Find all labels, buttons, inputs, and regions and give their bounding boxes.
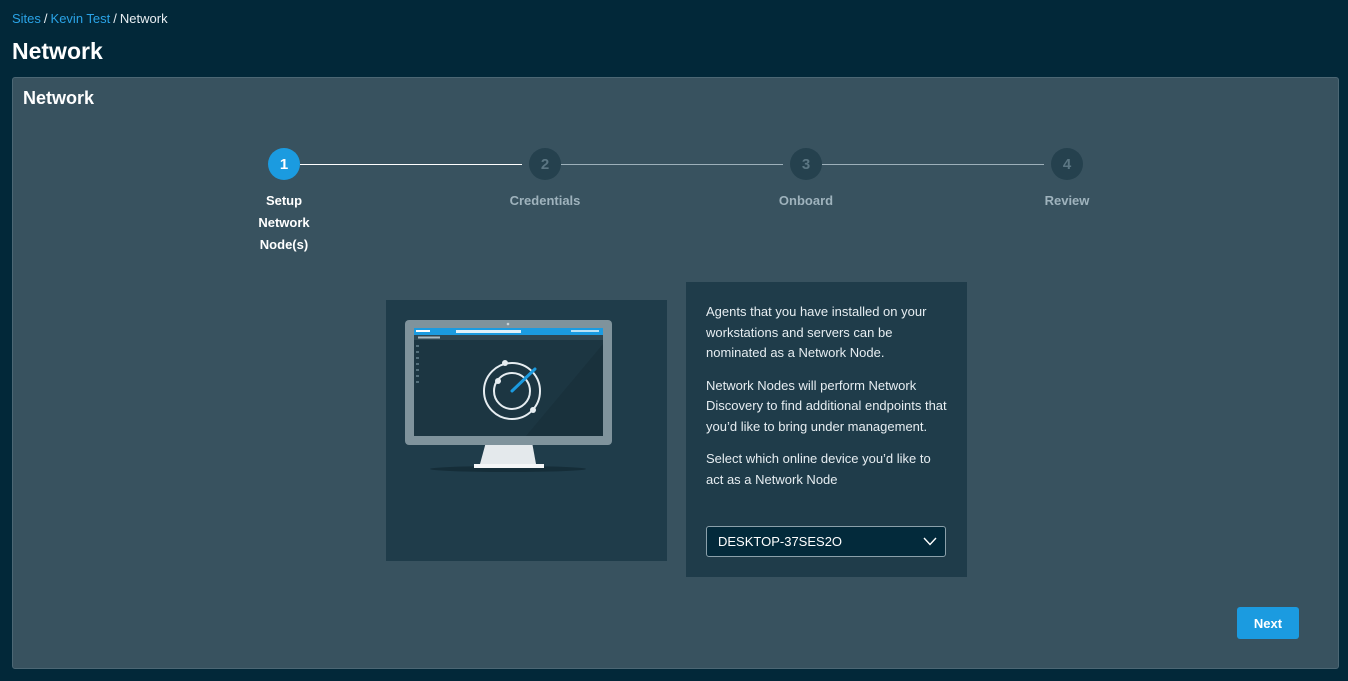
info-paragraph-discovery: Network Nodes will perform Network Disco…: [706, 377, 947, 434]
page-title: Network: [12, 38, 103, 64]
panel-title: Network: [23, 88, 95, 108]
network-node-device-select[interactable]: DESKTOP-37SES2O: [706, 526, 946, 557]
breadcrumb-sites-link[interactable]: Sites: [12, 11, 41, 26]
chevron-down-icon: [923, 537, 937, 546]
breadcrumb-current: Network: [119, 11, 168, 26]
step-4-label: Review: [1044, 193, 1090, 208]
breadcrumb-kevin-test-link[interactable]: Kevin Test: [51, 11, 111, 26]
breadcrumb: Sites / Kevin Test / Network: [12, 11, 168, 26]
monitor-radar-illustration: [405, 320, 612, 472]
info-paragraph-agents: Agents that you have installed on your w…: [706, 304, 927, 360]
step-2-indicator: 2: [529, 148, 561, 180]
breadcrumb-separator: /: [113, 11, 117, 26]
step-3-label: Onboard: [778, 193, 834, 208]
network-panel: Network 1 2 3 4 Setup Network Node(s) Cr…: [12, 77, 1339, 669]
step-connector-3: [822, 164, 1044, 165]
step-1-label: Setup Network Node(s): [258, 193, 310, 252]
step-connector-2: [561, 164, 783, 165]
step-4-indicator: 4: [1051, 148, 1083, 180]
breadcrumb-separator: /: [43, 11, 48, 26]
step-connector-1: [300, 164, 522, 165]
selected-device-value: DESKTOP-37SES2O: [718, 534, 843, 549]
step-3-indicator: 3: [790, 148, 822, 180]
info-paragraph-select: Select which online device you’d like to…: [706, 451, 931, 487]
network-node-info: Agents that you have installed on your w…: [686, 282, 967, 577]
step-2-label: Credentials: [509, 193, 581, 208]
next-button[interactable]: Next: [1237, 607, 1299, 639]
network-node-illustration: [386, 300, 667, 561]
step-1-indicator: 1: [268, 148, 300, 180]
